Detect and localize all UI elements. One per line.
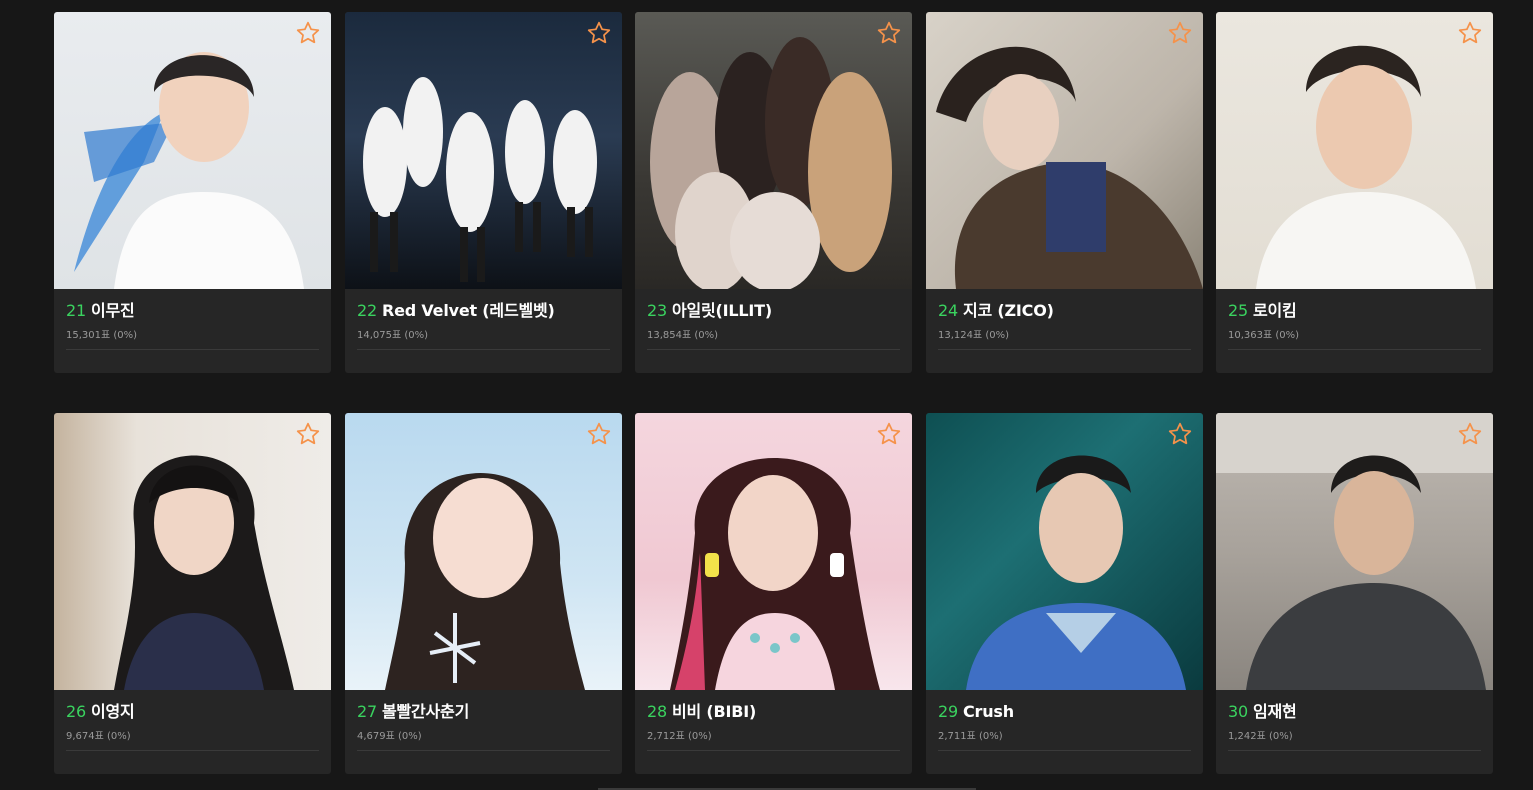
artist-info: 23 아일릿(ILLIT) 13,854표 (0%) [647, 301, 900, 350]
vote-count: 9,674표 (0%) [66, 731, 131, 742]
artist-title[interactable]: 24 지코 (ZICO) [938, 301, 1191, 321]
artist-card[interactable]: 23 아일릿(ILLIT) 13,854표 (0%) [635, 12, 912, 373]
artist-info: 25 로이킴 10,363표 (0%) [1228, 301, 1481, 350]
artist-info: 26 이영지 9,674표 (0%) [66, 702, 319, 751]
divider [357, 349, 610, 350]
divider [938, 750, 1191, 751]
vote-count: 15,301표 (0%) [66, 330, 138, 341]
divider [66, 750, 319, 751]
artist-photo[interactable] [54, 413, 331, 690]
artist-info: 22 Red Velvet (레드벨벳) 14,075표 (0%) [357, 301, 610, 350]
star-icon[interactable] [295, 421, 321, 447]
artist-grid: 21 이무진 15,301표 (0%) 22 Red Velvet (레드벨벳)… [0, 0, 1533, 790]
artist-name: 이영지 [90, 702, 135, 721]
artist-photo[interactable] [345, 12, 622, 289]
artist-title[interactable]: 23 아일릿(ILLIT) [647, 301, 900, 321]
artist-title[interactable]: 22 Red Velvet (레드벨벳) [357, 301, 610, 321]
artist-title[interactable]: 25 로이킴 [1228, 301, 1481, 321]
artist-name: 임재현 [1252, 702, 1297, 721]
star-icon[interactable] [1167, 20, 1193, 46]
divider [1228, 349, 1481, 350]
artist-info: 29 Crush 2,711표 (0%) [938, 702, 1191, 751]
rank-number: 24 [938, 301, 958, 320]
artist-card[interactable]: 30 임재현 1,242표 (0%) [1216, 413, 1493, 774]
artist-photo[interactable] [54, 12, 331, 289]
artist-card[interactable]: 25 로이킴 10,363표 (0%) [1216, 12, 1493, 373]
star-icon[interactable] [1457, 20, 1483, 46]
artist-name: Crush [962, 702, 1014, 721]
divider [647, 750, 900, 751]
vote-count: 4,679표 (0%) [357, 731, 422, 742]
artist-title[interactable]: 30 임재현 [1228, 702, 1481, 722]
artist-name: 이무진 [90, 301, 135, 320]
artist-card[interactable]: 22 Red Velvet (레드벨벳) 14,075표 (0%) [345, 12, 622, 373]
vote-count: 2,711표 (0%) [938, 731, 1003, 742]
artist-name: 지코 (ZICO) [962, 301, 1054, 320]
star-icon[interactable] [1167, 421, 1193, 447]
star-icon[interactable] [876, 20, 902, 46]
vote-count: 10,363표 (0%) [1228, 330, 1300, 341]
artist-info: 28 비비 (BIBI) 2,712표 (0%) [647, 702, 900, 751]
rank-number: 29 [938, 702, 958, 721]
rank-number: 22 [357, 301, 377, 320]
vote-count: 1,242표 (0%) [1228, 731, 1293, 742]
star-icon[interactable] [876, 421, 902, 447]
artist-card[interactable]: 21 이무진 15,301표 (0%) [54, 12, 331, 373]
divider [357, 750, 610, 751]
artist-info: 21 이무진 15,301표 (0%) [66, 301, 319, 350]
artist-name: 로이킴 [1252, 301, 1297, 320]
artist-photo[interactable] [1216, 12, 1493, 289]
rank-number: 25 [1228, 301, 1248, 320]
artist-photo[interactable] [635, 12, 912, 289]
artist-card[interactable]: 26 이영지 9,674표 (0%) [54, 413, 331, 774]
artist-photo[interactable] [1216, 413, 1493, 690]
rank-number: 26 [66, 702, 86, 721]
star-icon[interactable] [586, 20, 612, 46]
artist-title[interactable]: 29 Crush [938, 702, 1191, 722]
star-icon[interactable] [1457, 421, 1483, 447]
rank-number: 23 [647, 301, 667, 320]
artist-photo[interactable] [345, 413, 622, 690]
artist-info: 24 지코 (ZICO) 13,124표 (0%) [938, 301, 1191, 350]
star-icon[interactable] [295, 20, 321, 46]
artist-card[interactable]: 24 지코 (ZICO) 13,124표 (0%) [926, 12, 1203, 373]
artist-name: Red Velvet (레드벨벳) [381, 301, 555, 320]
vote-count: 13,124표 (0%) [938, 330, 1010, 341]
rank-number: 28 [647, 702, 667, 721]
divider [1228, 750, 1481, 751]
divider [66, 349, 319, 350]
divider [938, 349, 1191, 350]
artist-name: 비비 (BIBI) [671, 702, 757, 721]
vote-count: 2,712표 (0%) [647, 731, 712, 742]
star-icon[interactable] [586, 421, 612, 447]
artist-photo[interactable] [926, 12, 1203, 289]
artist-title[interactable]: 26 이영지 [66, 702, 319, 722]
rank-number: 30 [1228, 702, 1248, 721]
artist-title[interactable]: 27 볼빨간사춘기 [357, 702, 610, 722]
artist-name: 아일릿(ILLIT) [671, 301, 772, 320]
divider [647, 349, 900, 350]
artist-name: 볼빨간사춘기 [381, 702, 470, 721]
artist-title[interactable]: 21 이무진 [66, 301, 319, 321]
artist-card[interactable]: 27 볼빨간사춘기 4,679표 (0%) [345, 413, 622, 774]
rank-number: 27 [357, 702, 377, 721]
artist-title[interactable]: 28 비비 (BIBI) [647, 702, 900, 722]
vote-count: 14,075표 (0%) [357, 330, 429, 341]
artist-info: 27 볼빨간사춘기 4,679표 (0%) [357, 702, 610, 751]
vote-count: 13,854표 (0%) [647, 330, 719, 341]
artist-photo[interactable] [635, 413, 912, 690]
artist-card[interactable]: 28 비비 (BIBI) 2,712표 (0%) [635, 413, 912, 774]
artist-info: 30 임재현 1,242표 (0%) [1228, 702, 1481, 751]
artist-photo[interactable] [926, 413, 1203, 690]
rank-number: 21 [66, 301, 86, 320]
artist-card[interactable]: 29 Crush 2,711표 (0%) [926, 413, 1203, 774]
